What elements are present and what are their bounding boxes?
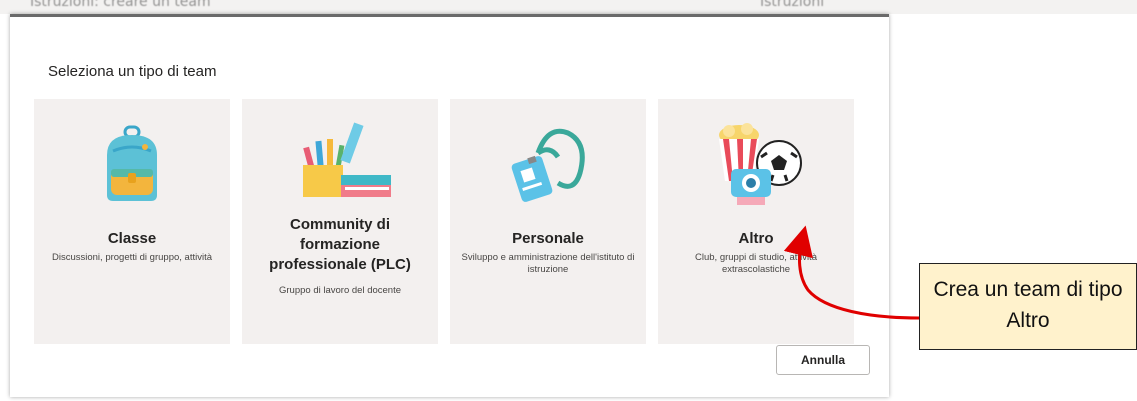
callout-note: Crea un team di tipo Altro	[919, 263, 1137, 350]
callout-text: Crea un team di tipo Altro	[933, 278, 1123, 332]
